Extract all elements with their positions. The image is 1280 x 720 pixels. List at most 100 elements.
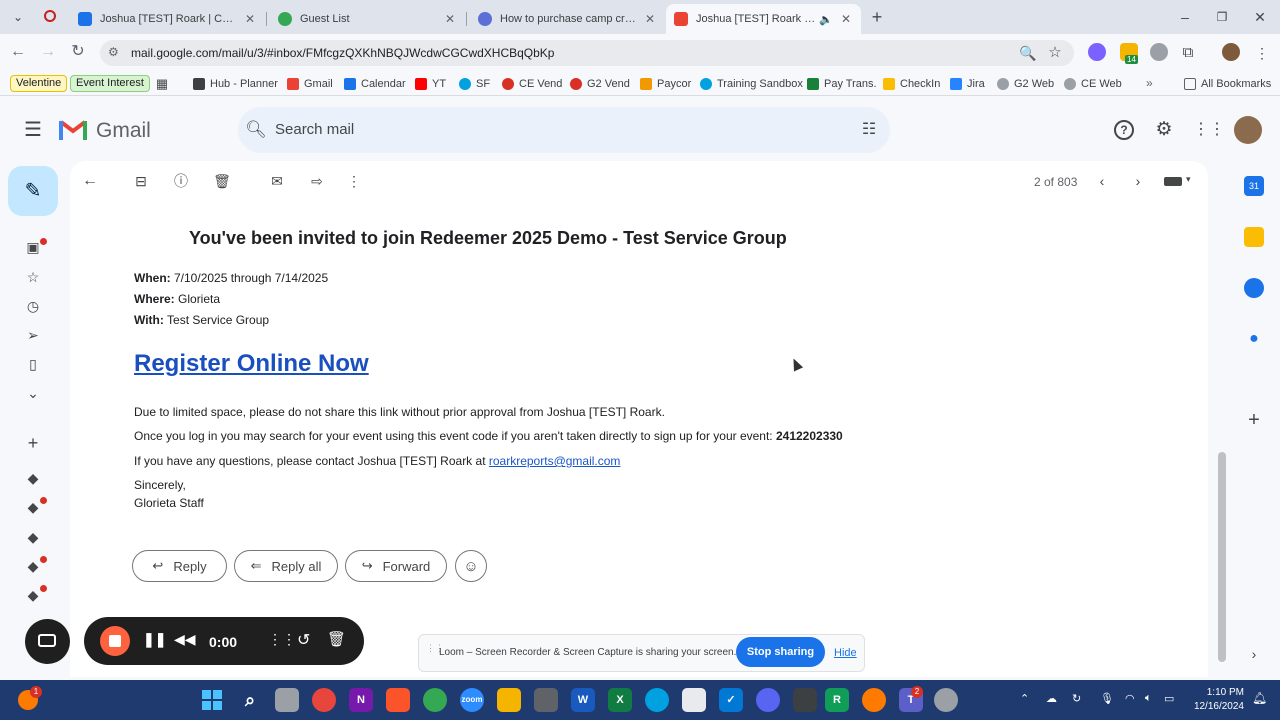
search-options-icon[interactable]: ☷ <box>857 118 881 142</box>
compose-button[interactable]: ✎ <box>8 166 58 216</box>
more-chevron-icon[interactable]: ⌄ <box>22 382 44 404</box>
more-bookmarks-icon[interactable]: » <box>1146 76 1153 90</box>
hide-link[interactable]: Hide <box>834 647 857 659</box>
report-spam-icon[interactable]: ⓘ <box>170 170 192 192</box>
menu-kebab-icon[interactable]: ⋮ <box>1250 41 1274 65</box>
sent-icon[interactable]: ➢ <box>22 324 44 346</box>
main-menu-icon[interactable]: ☰ <box>21 118 45 142</box>
wifi-icon[interactable]: ◠ <box>1125 692 1135 705</box>
taskbar-search-icon[interactable]: ⌕ <box>238 688 262 712</box>
bookmark-g2-web[interactable]: G2 Web <box>997 76 1054 92</box>
bookmark-velentine[interactable]: Velentine <box>10 75 68 92</box>
tasks-app-icon[interactable] <box>1244 278 1264 298</box>
bookmark-event-interest[interactable]: Event Interest <box>70 75 150 92</box>
app-icon[interactable] <box>862 688 886 712</box>
bookmark-pay-trans[interactable]: Pay Trans. <box>807 76 877 92</box>
tab-guest-list[interactable]: Guest List ✕ <box>270 4 465 34</box>
clock-time[interactable]: 1:10 PM <box>1196 687 1244 698</box>
close-icon[interactable]: ✕ <box>243 12 257 26</box>
tab-search-icon[interactable]: ⌄ <box>6 5 30 29</box>
back-to-inbox-icon[interactable]: ← <box>79 170 101 192</box>
all-bookmarks[interactable]: All Bookmarks <box>1184 76 1271 92</box>
reload-icon[interactable]: ↻ <box>66 40 90 64</box>
site-info-icon[interactable]: ⚙ <box>108 45 119 59</box>
tab-camp-credit[interactable]: How to purchase camp credit f ✕ <box>470 4 665 34</box>
gmail-logo-icon[interactable] <box>59 118 87 140</box>
bookmark-jira[interactable]: Jira <box>950 76 985 92</box>
app-icon[interactable] <box>793 688 817 712</box>
clock-date[interactable]: 12/16/2024 <box>1184 701 1244 712</box>
maximize-icon[interactable]: ❐ <box>1210 5 1234 29</box>
newer-chevron-icon[interactable]: ‹ <box>1091 170 1113 192</box>
puzzle-icon[interactable]: ⧉ <box>1176 41 1200 65</box>
battery-icon[interactable]: ▭ <box>1164 692 1174 705</box>
close-icon[interactable]: ✕ <box>643 12 657 26</box>
archive-icon[interactable]: ⊟ <box>130 170 152 192</box>
chrome-icon[interactable] <box>423 688 447 712</box>
forward-button[interactable]: ↪ Forward <box>345 550 447 582</box>
bookmark-checkin[interactable]: CheckIn <box>883 76 940 92</box>
app-icon[interactable] <box>312 688 336 712</box>
close-icon[interactable]: ✕ <box>839 12 853 26</box>
tab-contact[interactable]: Joshua [TEST] Roark | Contact I ✕ <box>70 4 265 34</box>
contact-email-link[interactable]: roarkreports@gmail.com <box>489 454 621 468</box>
extension-icon[interactable] <box>1150 43 1168 61</box>
zoom-icon[interactable]: 🔍 <box>1016 41 1040 65</box>
new-tab-icon[interactable]: + <box>865 5 889 29</box>
zoom-app-icon[interactable]: zoom <box>460 688 484 712</box>
input-tools-icon[interactable] <box>1164 177 1182 186</box>
bookmark-calendar[interactable]: Calendar <box>344 76 406 92</box>
move-to-icon[interactable]: ⇨ <box>306 170 328 192</box>
reply-button[interactable]: ↩ Reply <box>132 550 227 582</box>
settings-gear-icon[interactable]: ⚙ <box>1152 118 1176 142</box>
dropdown-icon[interactable]: ▾ <box>1186 174 1191 185</box>
minimize-icon[interactable]: – <box>1173 5 1197 29</box>
extension-icon[interactable] <box>1088 43 1106 61</box>
settings-app-icon[interactable] <box>934 688 958 712</box>
older-chevron-icon[interactable]: › <box>1127 170 1149 192</box>
drafts-icon[interactable]: ▯ <box>22 353 44 375</box>
salesforce-app-icon[interactable] <box>645 688 669 712</box>
label-icon[interactable]: ◆ <box>22 526 44 548</box>
label-icon[interactable]: ◆ <box>22 467 44 489</box>
close-icon[interactable]: ✕ <box>443 12 457 26</box>
reply-all-button[interactable]: ⇐ Reply all <box>234 550 338 582</box>
todo-icon[interactable]: ✓ <box>719 688 743 712</box>
register-online-link[interactable]: Register Online Now <box>134 350 369 378</box>
apps-grid-icon[interactable]: ▦ <box>150 72 174 96</box>
stop-sharing-button[interactable]: Stop sharing <box>736 637 825 667</box>
restart-icon[interactable]: ↺ <box>297 630 310 650</box>
snipping-tool-icon[interactable] <box>682 688 706 712</box>
tray-app-icon[interactable]: ☁ <box>1046 692 1057 705</box>
onenote-icon[interactable]: N <box>349 688 373 712</box>
calendar-app-icon[interactable]: 31 <box>1244 176 1264 196</box>
excel-icon[interactable]: X <box>608 688 632 712</box>
bookmark-hub-planner[interactable]: Hub - Planner <box>193 76 278 92</box>
volume-icon[interactable]: 🔈︎ <box>1145 692 1152 705</box>
google-apps-icon[interactable]: ⋮⋮ <box>1193 118 1225 142</box>
account-avatar[interactable] <box>1234 116 1262 144</box>
bookmark-ce-web[interactable]: CE Web <box>1064 76 1122 92</box>
tray-chevron-icon[interactable]: ⌃ <box>1020 692 1029 705</box>
emoji-reaction-button[interactable]: ☺ <box>455 550 487 582</box>
add-label-icon[interactable]: + <box>22 432 44 454</box>
expand-panel-icon[interactable]: › <box>1242 642 1266 666</box>
rewind-icon[interactable]: ◀◀ <box>174 631 196 648</box>
search-input[interactable]: Search mail <box>275 121 354 138</box>
file-explorer-icon[interactable] <box>497 688 521 712</box>
audio-icon[interactable]: 🔈 <box>819 13 833 26</box>
mark-unread-icon[interactable]: ✉ <box>266 170 288 192</box>
bookmark-sf[interactable]: SF <box>459 76 490 92</box>
bookmark-gmail[interactable]: Gmail <box>287 76 333 92</box>
get-addons-icon[interactable]: + <box>1242 408 1266 432</box>
more-options-icon[interactable]: ⋮ <box>343 170 365 192</box>
tray-sync-icon[interactable]: ↻ <box>1072 692 1081 705</box>
delete-icon[interactable]: 🗑︎ <box>211 170 233 192</box>
scrollbar-thumb[interactable] <box>1218 452 1226 662</box>
calculator-icon[interactable] <box>534 688 558 712</box>
drawing-tools-icon[interactable]: ⋮⋮ <box>268 631 296 648</box>
word-icon[interactable]: W <box>571 688 595 712</box>
tab-gmail-invite[interactable]: Joshua [TEST] Roark invites 🔈 ✕ <box>666 4 861 34</box>
task-view-icon[interactable] <box>275 688 299 712</box>
trash-icon[interactable]: 🗑︎ <box>327 630 346 648</box>
